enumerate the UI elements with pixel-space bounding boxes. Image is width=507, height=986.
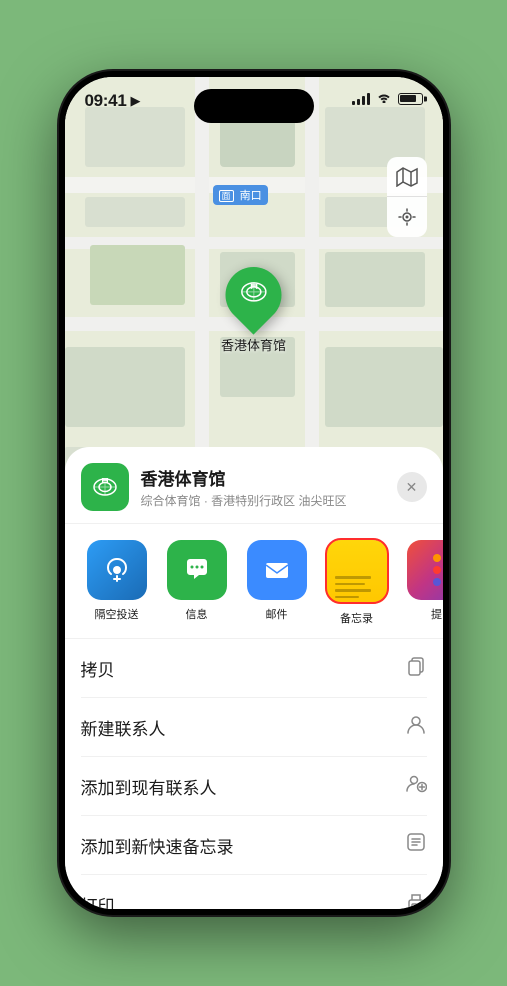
location-icon: ▶ bbox=[130, 93, 140, 109]
share-mail[interactable]: 邮件 bbox=[237, 540, 317, 626]
airdrop-label: 隔空投送 bbox=[95, 606, 139, 622]
signal-icon bbox=[352, 93, 370, 105]
dynamic-island bbox=[194, 89, 314, 123]
messages-icon bbox=[167, 540, 227, 600]
action-add-contact[interactable]: 添加到现有联系人 bbox=[81, 757, 427, 816]
map-label-prefix: 面 bbox=[219, 190, 234, 202]
copy-label: 拷贝 bbox=[81, 656, 115, 681]
marker-label: 香港体育馆 bbox=[221, 335, 286, 354]
venue-header: 香港体育馆 综合体育馆 · 香港特别行政区 油尖旺区 ✕ bbox=[65, 447, 443, 524]
quick-note-label: 添加到新快速备忘录 bbox=[81, 833, 234, 858]
venue-icon bbox=[81, 463, 129, 511]
action-list: 拷贝 新建联系人 bbox=[65, 639, 443, 909]
map-view-button[interactable] bbox=[387, 157, 427, 197]
map-label: 面 南口 bbox=[213, 185, 268, 205]
share-notes[interactable]: 备忘录 bbox=[317, 540, 397, 626]
mail-icon bbox=[247, 540, 307, 600]
quick-note-icon bbox=[405, 831, 427, 859]
new-contact-label: 新建联系人 bbox=[81, 715, 166, 740]
messages-label: 信息 bbox=[186, 606, 208, 622]
more-label: 提 bbox=[431, 606, 442, 622]
copy-icon bbox=[405, 654, 427, 682]
print-icon bbox=[405, 890, 427, 909]
add-contact-icon bbox=[405, 772, 427, 800]
venue-name: 香港体育馆 bbox=[141, 465, 397, 490]
share-airdrop[interactable]: 隔空投送 bbox=[77, 540, 157, 626]
mail-label: 邮件 bbox=[266, 606, 288, 622]
bottom-sheet: 香港体育馆 综合体育馆 · 香港特别行政区 油尖旺区 ✕ bbox=[65, 447, 443, 909]
share-row: 隔空投送 信息 bbox=[65, 524, 443, 639]
new-contact-icon bbox=[405, 713, 427, 741]
airdrop-icon bbox=[87, 540, 147, 600]
more-icon bbox=[407, 540, 443, 600]
phone-screen: 09:41 ▶ bbox=[65, 77, 443, 909]
battery-icon bbox=[398, 93, 423, 105]
map-controls bbox=[387, 157, 427, 237]
notes-label: 备忘录 bbox=[340, 610, 373, 626]
stadium-icon bbox=[238, 277, 268, 314]
status-icons bbox=[352, 91, 423, 106]
location-button[interactable] bbox=[387, 197, 427, 237]
wifi-icon bbox=[376, 91, 392, 106]
phone-frame: 09:41 ▶ bbox=[59, 71, 449, 915]
close-button[interactable]: ✕ bbox=[397, 472, 427, 502]
share-more[interactable]: 提 bbox=[397, 540, 443, 626]
marker-pin bbox=[214, 255, 293, 334]
action-print[interactable]: 打印 bbox=[81, 875, 427, 909]
add-contact-label: 添加到现有联系人 bbox=[81, 774, 217, 799]
share-messages[interactable]: 信息 bbox=[157, 540, 237, 626]
print-label: 打印 bbox=[81, 892, 115, 910]
notes-icon bbox=[325, 540, 389, 604]
status-time: 09:41 bbox=[85, 91, 127, 111]
action-copy[interactable]: 拷贝 bbox=[81, 639, 427, 698]
map-area: 面 南口 bbox=[65, 77, 443, 497]
venue-detail: 综合体育馆 · 香港特别行政区 油尖旺区 bbox=[141, 492, 397, 509]
venue-info: 香港体育馆 综合体育馆 · 香港特别行政区 油尖旺区 bbox=[141, 465, 397, 509]
action-quick-note[interactable]: 添加到新快速备忘录 bbox=[81, 816, 427, 875]
stadium-marker: 香港体育馆 bbox=[221, 267, 286, 354]
action-new-contact[interactable]: 新建联系人 bbox=[81, 698, 427, 757]
